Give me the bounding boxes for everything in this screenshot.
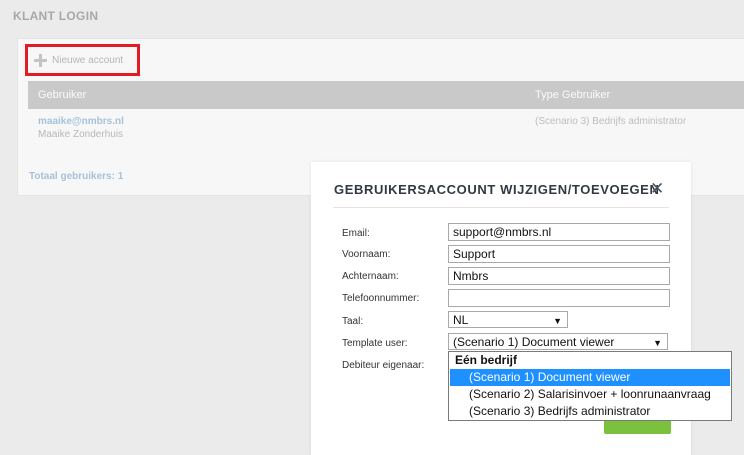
dialog-title: GEBRUIKERSACCOUNT WIJZIGEN/TOEVOEGEN: [334, 182, 660, 197]
template-select-value: (Scenario 1) Document viewer: [453, 335, 615, 349]
page-title: KLANT LOGIN: [13, 9, 99, 23]
dropdown-arrow-icon: ▼: [553, 316, 562, 326]
user-type-value: (Scenario 3) Bedrijfs administrator: [535, 116, 687, 127]
table-header: Gebruiker Type Gebruiker: [28, 81, 744, 109]
new-account-button[interactable]: Nieuwe account: [25, 44, 140, 76]
lastname-field[interactable]: Nmbrs: [448, 267, 670, 285]
close-icon[interactable]: ✕: [650, 180, 664, 197]
user-email-link[interactable]: maaike@nmbrs.nl: [38, 116, 124, 127]
template-select[interactable]: (Scenario 1) Document viewer ▼: [448, 333, 668, 350]
divider: [333, 207, 669, 208]
phone-label: Telefoonnummer:: [342, 293, 420, 304]
dropdown-option-scenario-3[interactable]: (Scenario 3) Bedrijfs administrator: [450, 403, 730, 420]
dropdown-group-label: Eén bedrijf: [455, 353, 518, 367]
firstname-label: Voornaam:: [342, 249, 391, 260]
total-users: Totaal gebruikers: 1: [29, 171, 124, 182]
template-dropdown-list[interactable]: Eén bedrijf (Scenario 1) Document viewer…: [448, 351, 732, 421]
dropdown-option-scenario-2[interactable]: (Scenario 2) Salarisinvoer + loonrunaanv…: [450, 386, 730, 403]
email-label: Email:: [342, 228, 370, 239]
debtor-label: Debiteur eigenaar:: [342, 360, 425, 371]
language-label: Taal:: [342, 316, 364, 327]
language-select[interactable]: NL ▼: [448, 311, 568, 328]
dropdown-arrow-icon: ▼: [653, 338, 662, 348]
plus-icon: [34, 53, 47, 67]
user-full-name: Maaike Zonderhuis: [38, 129, 124, 140]
column-header-user-type[interactable]: Type Gebruiker: [535, 89, 610, 101]
dropdown-option-scenario-1[interactable]: (Scenario 1) Document viewer: [450, 369, 730, 386]
column-header-user[interactable]: Gebruiker: [38, 89, 86, 101]
phone-field[interactable]: [448, 289, 670, 307]
email-field[interactable]: support@nmbrs.nl: [448, 223, 670, 241]
template-label: Template user:: [342, 338, 408, 349]
firstname-field[interactable]: Support: [448, 245, 670, 263]
new-account-label: Nieuwe account: [52, 54, 124, 66]
lastname-label: Achternaam:: [342, 271, 399, 282]
language-select-value: NL: [453, 313, 469, 327]
